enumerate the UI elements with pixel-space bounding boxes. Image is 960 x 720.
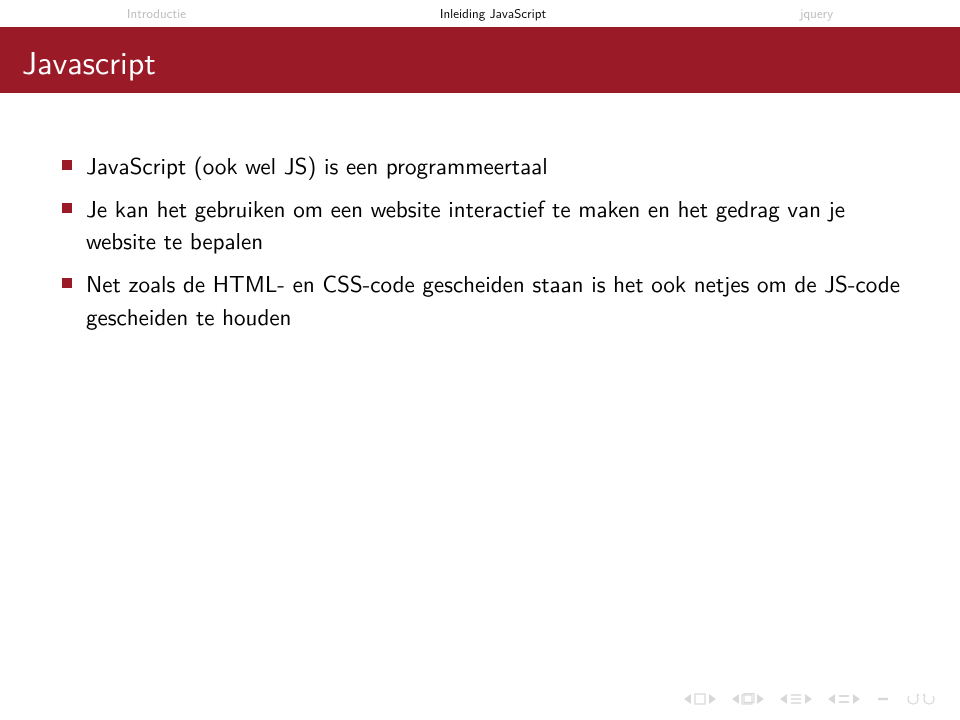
nav-appendix-group[interactable] xyxy=(876,692,890,706)
arrow-right-icon xyxy=(709,694,716,704)
slide: Introductie Inleiding JavaScript jquery … xyxy=(0,0,960,720)
nav-section-group[interactable] xyxy=(828,692,860,706)
bullet-item: Net zoals de HTML- en CSS-code gescheide… xyxy=(56,267,904,332)
arrow-right-icon xyxy=(853,694,860,704)
nav-backforward-group[interactable] xyxy=(906,692,936,706)
arrow-left-icon xyxy=(684,694,691,704)
undo-icon xyxy=(906,692,920,706)
section-icon xyxy=(837,692,851,706)
arrow-left-icon xyxy=(780,694,787,704)
nav-subsection-group[interactable] xyxy=(780,692,812,706)
nav-slide-group[interactable] xyxy=(684,692,716,706)
title-band: Javascript xyxy=(0,27,960,93)
section-nav: Introductie Inleiding JavaScript jquery xyxy=(0,0,960,24)
arrow-right-icon xyxy=(805,694,812,704)
document-icon xyxy=(876,692,890,706)
arrow-left-icon xyxy=(828,694,835,704)
bullet-item: JavaScript (ook wel JS) is een programme… xyxy=(56,149,904,182)
slide-icon xyxy=(693,692,707,706)
slide-content: JavaScript (ook wel JS) is een programme… xyxy=(0,93,960,332)
slide-title: Javascript xyxy=(22,37,156,84)
subsection-icon xyxy=(789,692,803,706)
nav-item-inleiding-javascript[interactable]: Inleiding JavaScript xyxy=(440,4,546,23)
nav-item-introductie[interactable]: Introductie xyxy=(127,4,186,23)
nav-item-jquery[interactable]: jquery xyxy=(800,4,833,23)
arrow-left-icon xyxy=(732,694,739,704)
redo-icon xyxy=(922,692,936,706)
nav-frame-group[interactable] xyxy=(732,692,764,706)
bullet-list: JavaScript (ook wel JS) is een programme… xyxy=(56,149,904,332)
arrow-right-icon xyxy=(757,694,764,704)
beamer-nav-symbols xyxy=(684,692,936,706)
bullet-item: Je kan het gebruiken om een website inte… xyxy=(56,192,904,257)
frame-icon xyxy=(741,692,755,706)
